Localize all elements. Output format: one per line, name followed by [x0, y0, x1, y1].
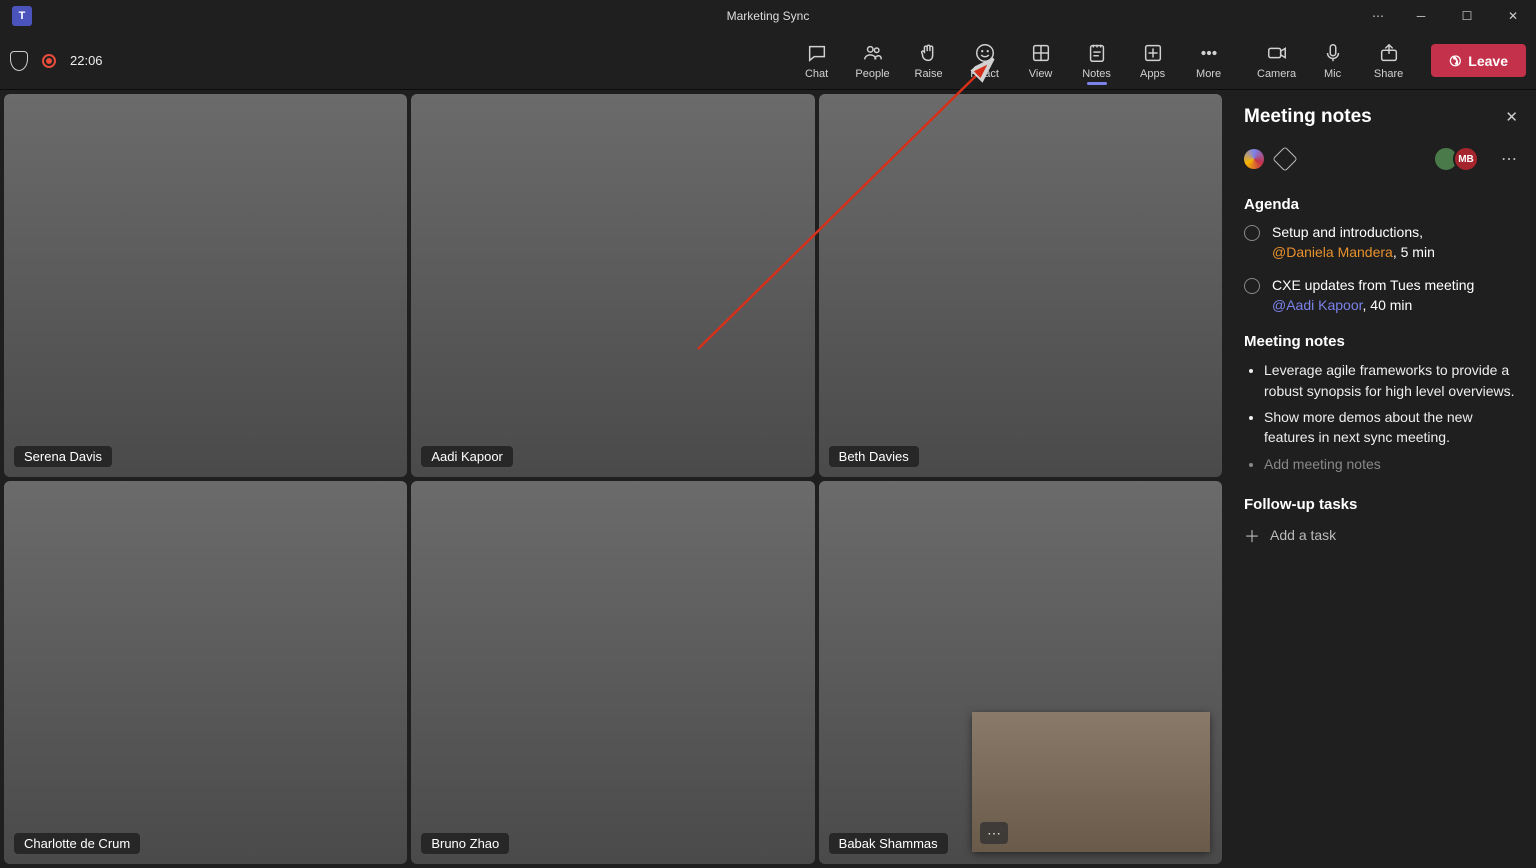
loop-icon[interactable]	[1244, 149, 1264, 169]
titlebar-more-icon[interactable]: ⋯	[1358, 0, 1398, 32]
hand-icon	[918, 42, 940, 64]
participant-name: Serena Davis	[14, 446, 112, 467]
notes-icon	[1086, 42, 1108, 64]
participant-tile[interactable]: Charlotte de Crum	[4, 481, 407, 864]
smiley-icon	[974, 42, 996, 64]
video-grid: Serena Davis Aadi Kapoor Beth Davies Cha…	[0, 90, 1226, 868]
camera-label: Camera	[1257, 68, 1296, 80]
add-task-button[interactable]: ＋ Add a task	[1244, 523, 1518, 547]
raise-hand-button[interactable]: Raise	[901, 42, 957, 80]
minimize-button[interactable]: ─	[1398, 0, 1444, 32]
tag-icon[interactable]	[1272, 146, 1297, 171]
add-note-placeholder[interactable]: Add meeting notes	[1264, 454, 1518, 474]
react-button[interactable]: React	[957, 42, 1013, 80]
participant-tile[interactable]: Serena Davis	[4, 94, 407, 477]
agenda-item[interactable]: Setup and introductions, @Daniela Mander…	[1244, 223, 1518, 262]
mic-label: Mic	[1324, 68, 1341, 80]
teams-app-icon: T	[12, 6, 32, 26]
leave-button[interactable]: ✆ Leave	[1431, 44, 1526, 77]
apps-label: Apps	[1140, 68, 1165, 80]
window-title: Marketing Sync	[727, 9, 810, 23]
plus-icon: ＋	[1244, 523, 1260, 547]
participant-name: Bruno Zhao	[421, 833, 509, 854]
recording-indicator-icon	[42, 54, 56, 68]
meeting-notes-panel: Meeting notes ✕ MB ⋯ Agenda Setup and in…	[1226, 90, 1536, 868]
panel-more-icon[interactable]: ⋯	[1501, 149, 1518, 169]
followup-heading: Follow-up tasks	[1244, 496, 1518, 513]
panel-title: Meeting notes	[1244, 106, 1372, 128]
chat-button[interactable]: Chat	[789, 42, 845, 80]
participant-tile[interactable]: Beth Davies	[819, 94, 1222, 477]
view-label: View	[1029, 68, 1053, 80]
participant-tile[interactable]: Aadi Kapoor	[411, 94, 814, 477]
grid-icon	[1030, 42, 1052, 64]
self-view-more-icon[interactable]: ⋯	[980, 822, 1008, 844]
people-label: People	[855, 68, 889, 80]
apps-icon	[1142, 42, 1164, 64]
radio-icon[interactable]	[1244, 225, 1260, 241]
share-button[interactable]: Share	[1361, 42, 1417, 80]
self-view[interactable]: ⋯	[972, 712, 1210, 852]
agenda-text: CXE updates from Tues meeting @Aadi Kapo…	[1272, 276, 1474, 315]
notes-button[interactable]: Notes	[1069, 42, 1125, 80]
agenda-heading: Agenda	[1244, 196, 1518, 213]
participant-tile[interactable]: Babak Shammas ⋯	[819, 481, 1222, 864]
participant-avatars[interactable]: MB	[1439, 146, 1479, 172]
note-item[interactable]: Leverage agile frameworks to provide a r…	[1264, 360, 1518, 401]
participant-name: Charlotte de Crum	[14, 833, 140, 854]
camera-icon	[1266, 42, 1288, 64]
people-button[interactable]: People	[845, 42, 901, 80]
notes-label: Notes	[1082, 68, 1111, 80]
close-panel-icon[interactable]: ✕	[1505, 108, 1518, 126]
maximize-button[interactable]: ☐	[1444, 0, 1490, 32]
more-label: More	[1196, 68, 1221, 80]
more-icon	[1198, 42, 1220, 64]
radio-icon[interactable]	[1244, 278, 1260, 294]
mic-icon	[1322, 42, 1344, 64]
more-button[interactable]: More	[1181, 42, 1237, 80]
chat-label: Chat	[805, 68, 828, 80]
people-icon	[862, 42, 884, 64]
titlebar: T Marketing Sync ⋯ ─ ☐ ✕	[0, 0, 1536, 32]
participant-name: Babak Shammas	[829, 833, 948, 854]
camera-button[interactable]: Camera	[1249, 42, 1305, 80]
leave-label: Leave	[1468, 53, 1508, 69]
meeting-timer: 22:06	[70, 53, 103, 68]
share-icon	[1378, 42, 1400, 64]
mention[interactable]: @Aadi Kapoor	[1272, 297, 1363, 313]
close-button[interactable]: ✕	[1490, 0, 1536, 32]
react-label: React	[970, 68, 999, 80]
meeting-toolbar: 22:06 Chat People Raise React View Notes	[0, 32, 1536, 90]
participant-tile[interactable]: Bruno Zhao	[411, 481, 814, 864]
hangup-icon: ✆	[1444, 50, 1464, 70]
agenda-text: Setup and introductions, @Daniela Mander…	[1272, 223, 1435, 262]
shield-icon[interactable]	[10, 51, 28, 71]
participant-name: Aadi Kapoor	[421, 446, 513, 467]
mention[interactable]: @Daniela Mandera	[1272, 244, 1393, 260]
share-label: Share	[1374, 68, 1403, 80]
apps-button[interactable]: Apps	[1125, 42, 1181, 80]
add-task-label: Add a task	[1270, 527, 1336, 543]
avatar: MB	[1453, 146, 1479, 172]
note-item[interactable]: Show more demos about the new features i…	[1264, 407, 1518, 448]
notes-heading: Meeting notes	[1244, 333, 1518, 350]
notes-list[interactable]: Leverage agile frameworks to provide a r…	[1244, 360, 1518, 473]
agenda-item[interactable]: CXE updates from Tues meeting @Aadi Kapo…	[1244, 276, 1518, 315]
chat-icon	[806, 42, 828, 64]
raise-label: Raise	[915, 68, 943, 80]
view-button[interactable]: View	[1013, 42, 1069, 80]
participant-name: Beth Davies	[829, 446, 919, 467]
mic-button[interactable]: Mic	[1305, 42, 1361, 80]
